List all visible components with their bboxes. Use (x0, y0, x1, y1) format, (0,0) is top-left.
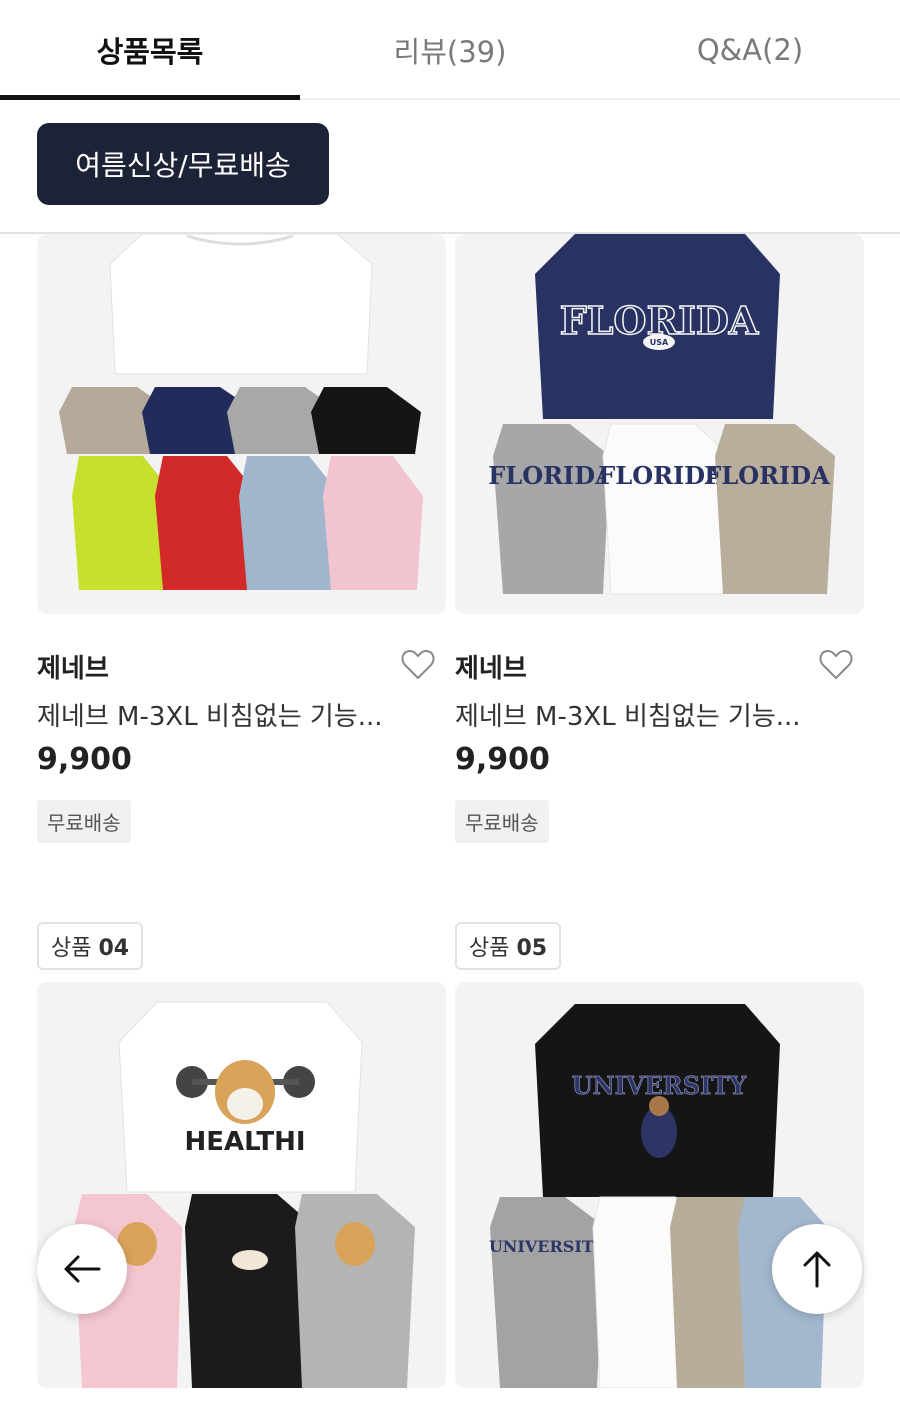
scroll-top-button[interactable] (772, 1224, 862, 1314)
product-brand: 제네브 (37, 654, 109, 684)
shirt-print-text: UNIVERSITY (489, 1237, 606, 1256)
product-image-2[interactable]: FLORIDA USA FLORIDA FLORIDA FLORIDA (455, 234, 864, 614)
shirt-print-subtext: USA (650, 338, 669, 347)
badge-number: 04 (98, 936, 130, 961)
product-price: 9,900 (37, 742, 132, 777)
badge-number: 05 (516, 936, 548, 961)
product-image-4[interactable]: HEALTHI (37, 982, 446, 1388)
badge-prefix: 상품 (51, 936, 92, 961)
shirt-print-text: FLORIDA (488, 461, 614, 490)
arrow-left-icon (64, 1255, 101, 1283)
product-image-5[interactable]: UNIVERSITY UNIVERSITY (455, 982, 864, 1388)
tab-bar: 상품목록 리뷰(39) Q&A(2) (0, 0, 900, 100)
product-title[interactable]: 제네브 M-3XL 비침없는 기능... (455, 696, 801, 733)
back-button[interactable] (37, 1224, 127, 1314)
tshirt-university-image: UNIVERSITY UNIVERSITY (489, 1004, 827, 1388)
product-brand: 제네브 (455, 654, 527, 684)
shirt-print-text: FLORIDA (704, 461, 830, 490)
tab-product-list[interactable]: 상품목록 (0, 0, 300, 100)
product-image-1[interactable] (37, 234, 446, 614)
free-shipping-tag: 무료배송 (455, 800, 549, 843)
tshirt-bundle-image (59, 234, 423, 590)
tshirt-florida-image: FLORIDA USA FLORIDA FLORIDA FLORIDA (488, 234, 835, 595)
tshirt-healthi-image: HEALTHI (74, 1001, 415, 1388)
free-shipping-tag: 무료배송 (37, 800, 131, 843)
product-title[interactable]: 제네브 M-3XL 비침없는 기능... (37, 696, 383, 733)
product-number-badge: 상품 05 (455, 922, 562, 970)
shirt-print-text: UNIVERSITY (572, 1071, 747, 1100)
product-number-badge: 상품 04 (37, 922, 144, 970)
product-price: 9,900 (455, 742, 550, 777)
tab-reviews[interactable]: 리뷰(39) (300, 0, 600, 100)
badge-prefix: 상품 (469, 936, 510, 961)
filter-row: 여름신상/무료배송 (0, 100, 900, 234)
shirt-print-text: HEALTHI (184, 1127, 305, 1157)
filter-chip-summer-free-shipping[interactable]: 여름신상/무료배송 (37, 123, 329, 205)
arrow-up-icon (803, 1251, 831, 1288)
heart-outline-icon[interactable] (819, 649, 853, 681)
tab-qna[interactable]: Q&A(2) (600, 0, 900, 100)
heart-outline-icon[interactable] (401, 649, 435, 681)
